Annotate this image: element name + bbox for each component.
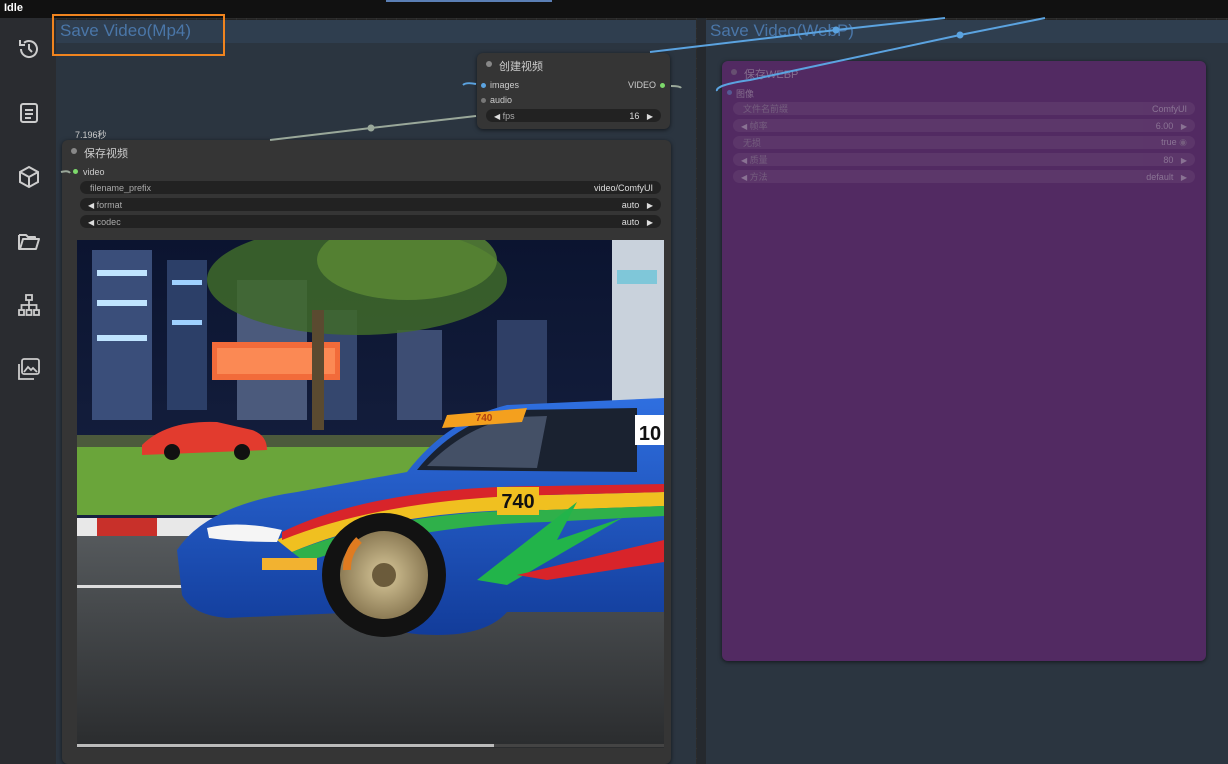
image-input-dot[interactable]: [727, 90, 732, 95]
video-preview[interactable]: 740 10 740: [77, 240, 664, 748]
decrement-arrow-icon[interactable]: ◀: [741, 173, 747, 182]
video-input-dot[interactable]: [73, 169, 78, 174]
svg-text:10: 10: [639, 423, 661, 445]
increment-arrow-icon[interactable]: ▶: [647, 112, 653, 121]
decrement-arrow-icon[interactable]: ◀: [741, 156, 747, 165]
codec-value: auto: [621, 216, 640, 227]
increment-arrow-icon[interactable]: ▶: [1181, 156, 1187, 165]
node-header[interactable]: 保存视频: [62, 140, 671, 162]
video-progress-bar[interactable]: [77, 744, 664, 747]
codec-label: codec: [96, 216, 121, 227]
image-gallery-icon: [18, 358, 40, 380]
increment-arrow-icon[interactable]: ▶: [1181, 122, 1187, 131]
webp-filename-prefix-label: 文件名前缀: [743, 104, 789, 114]
save-webp-node[interactable]: 保存WEBP 图像 文件名前缀 ComfyUI ◀ 帧率 6.00 ▶ 无损 t…: [722, 61, 1206, 661]
decrement-arrow-icon[interactable]: ◀: [88, 218, 94, 227]
webp-quality-label: 质量: [749, 155, 768, 165]
node-library-button[interactable]: [12, 288, 46, 322]
decrement-arrow-icon[interactable]: ◀: [741, 122, 747, 131]
webp-quality-value: 80: [1163, 154, 1174, 165]
webp-filename-prefix-widget[interactable]: 文件名前缀 ComfyUI: [733, 102, 1195, 115]
notes-button[interactable]: [12, 96, 46, 130]
webp-fps-label: 帧率: [749, 121, 768, 131]
toggle-icon[interactable]: ◉: [1179, 137, 1187, 147]
workflow-icon: [18, 294, 40, 316]
video-frame-illustration: 740 10 740: [77, 240, 664, 748]
gallery-button[interactable]: [12, 352, 46, 386]
collapse-dot[interactable]: [731, 69, 737, 75]
car-number-door: 740: [501, 491, 534, 513]
annotation-highlight-box: [52, 14, 225, 56]
fps-widget[interactable]: ◀ fps 16 ▶: [486, 109, 661, 122]
sidebar: [0, 18, 56, 764]
group-divider: [697, 18, 706, 764]
increment-arrow-icon[interactable]: ▶: [647, 218, 653, 227]
models-button[interactable]: [12, 160, 46, 194]
webp-quality-widget[interactable]: ◀ 质量 80 ▶: [733, 153, 1195, 166]
increment-arrow-icon[interactable]: ▶: [1181, 173, 1187, 182]
increment-arrow-icon[interactable]: ▶: [647, 201, 653, 210]
node-title: 保存WEBP: [744, 69, 799, 81]
node-header[interactable]: 创建视频: [477, 53, 670, 75]
history-button[interactable]: [12, 32, 46, 66]
format-widget[interactable]: ◀ format auto ▶: [80, 198, 661, 211]
webp-fps-widget[interactable]: ◀ 帧率 6.00 ▶: [733, 119, 1195, 132]
webp-lossless-toggle[interactable]: 无损 true ◉: [733, 136, 1195, 149]
node-title: 保存视频: [84, 148, 128, 160]
format-value: auto: [621, 199, 640, 210]
collapse-dot[interactable]: [71, 148, 77, 154]
workflows-button[interactable]: [12, 224, 46, 258]
topbar-accent-bar: [386, 0, 552, 2]
node-title: 创建视频: [499, 61, 543, 73]
images-input-dot[interactable]: [481, 83, 486, 88]
webp-method-label: 方法: [749, 172, 768, 182]
webp-lossless-label: 无损: [743, 138, 762, 148]
audio-input-dot[interactable]: [481, 98, 486, 103]
webp-fps-value: 6.00: [1155, 120, 1174, 131]
filename-prefix-widget[interactable]: filename_prefix video/ComfyUI: [80, 181, 661, 194]
group-header-webp[interactable]: Save Video(WebP): [706, 20, 1228, 43]
filename-prefix-label: filename_prefix: [90, 182, 152, 193]
decrement-arrow-icon[interactable]: ◀: [494, 112, 500, 121]
audio-input-label: audio: [490, 95, 513, 105]
node-header[interactable]: 保存WEBP: [722, 61, 1206, 83]
image-input-label: 图像: [736, 89, 755, 99]
images-input-label: images: [490, 80, 520, 90]
codec-widget[interactable]: ◀ codec auto ▶: [80, 215, 661, 228]
document-icon: [20, 103, 38, 123]
filename-prefix-value: video/ComfyUI: [593, 182, 653, 193]
video-input-label: video: [83, 167, 105, 177]
create-video-node[interactable]: 创建视频 images audio VIDEO ◀ fps 16 ▶: [477, 53, 670, 129]
video-output-dot[interactable]: [660, 83, 665, 88]
webp-filename-prefix-value: ComfyUI: [1151, 103, 1187, 114]
history-icon: [19, 40, 38, 58]
car-number-hood: 740: [476, 413, 493, 424]
format-label: format: [96, 199, 123, 210]
video-output-label: VIDEO: [627, 80, 656, 90]
decrement-arrow-icon[interactable]: ◀: [88, 201, 94, 210]
cube-icon: [19, 165, 39, 189]
video-progress-fill: [77, 744, 494, 747]
webp-method-widget[interactable]: ◀ 方法 default ▶: [733, 170, 1195, 183]
group-title-webp: Save Video(WebP): [710, 21, 854, 40]
fps-value: 16: [629, 110, 640, 121]
webp-lossless-value: true: [1161, 137, 1177, 147]
fps-label: fps: [502, 110, 515, 121]
app-status-title: Idle: [4, 2, 23, 14]
folder-icon: [18, 234, 40, 250]
webp-method-value: default: [1146, 171, 1174, 182]
collapse-dot[interactable]: [486, 61, 492, 67]
